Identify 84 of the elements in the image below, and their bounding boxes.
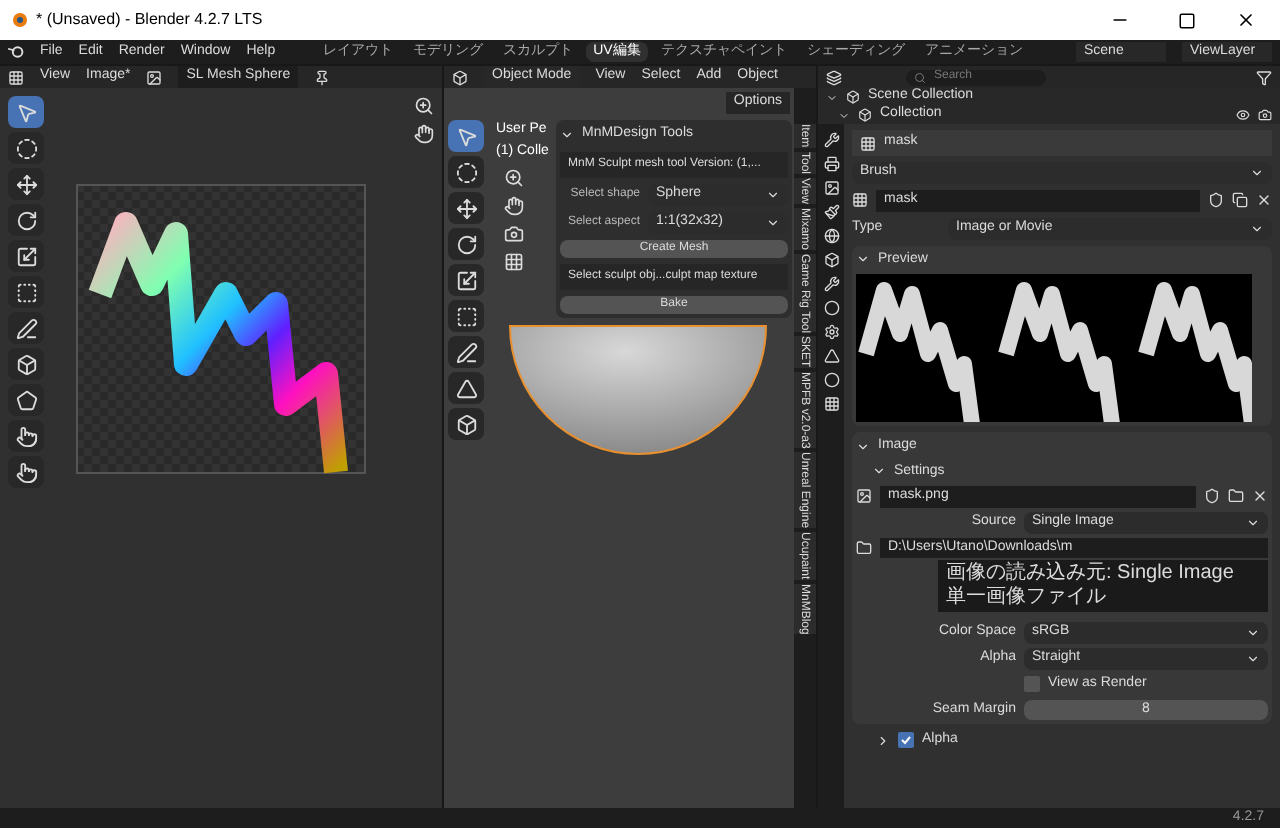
duplicate-icon[interactable] [1232, 192, 1248, 209]
close-icon[interactable] [1236, 10, 1256, 30]
zoom-icon[interactable] [414, 96, 434, 116]
annotate-tool[interactable] [8, 312, 44, 344]
checkbox[interactable] [1024, 676, 1040, 693]
rotate-tool[interactable] [448, 228, 484, 260]
tool-icon [15, 101, 37, 123]
maximize-icon[interactable] [1178, 11, 1196, 29]
unlink-icon[interactable] [1256, 192, 1272, 209]
image-icon[interactable] [146, 69, 163, 85]
pin-icon[interactable] [314, 69, 331, 85]
tool-icon [455, 161, 477, 183]
cursor-tool[interactable] [448, 156, 484, 188]
caret-icon [1246, 515, 1260, 529]
checkbox[interactable] [898, 732, 914, 749]
fake-user-icon[interactable] [1208, 192, 1224, 209]
cursor-tool[interactable] [8, 132, 44, 164]
transform-tool[interactable] [8, 276, 44, 308]
object-tab-icon[interactable] [823, 252, 839, 268]
tool-icon [15, 137, 37, 159]
world-tab-icon[interactable] [823, 228, 839, 244]
tool-icon [455, 197, 477, 219]
render-icon[interactable] [1258, 108, 1272, 122]
open-folder-icon[interactable] [1228, 488, 1244, 505]
texture-tab-icon[interactable] [823, 396, 839, 412]
render-tab-icon[interactable] [823, 156, 839, 172]
tool-icon [455, 233, 477, 255]
output-tab-icon[interactable] [823, 180, 839, 196]
caret-icon [1250, 166, 1264, 180]
texture-icon [860, 135, 876, 151]
tool-icon [455, 413, 477, 435]
fake-user-icon[interactable] [1204, 488, 1220, 505]
pan-icon[interactable] [504, 196, 524, 216]
scale-tool[interactable] [448, 264, 484, 296]
visibility-icon[interactable] [1236, 108, 1250, 122]
app-logo-icon [8, 10, 28, 30]
camera-icon[interactable] [504, 224, 524, 244]
editor-type-icon[interactable] [8, 69, 24, 85]
move-tool[interactable] [8, 168, 44, 200]
move-tool[interactable] [448, 192, 484, 224]
tool-icon [455, 269, 477, 291]
tooltip-text: 単一画像ファイル [946, 586, 1108, 610]
expand-icon[interactable] [838, 109, 850, 121]
blender-icon[interactable] [8, 44, 24, 60]
expand-icon[interactable] [876, 733, 890, 748]
expand-icon [872, 464, 886, 479]
tool-icon [15, 245, 37, 267]
collection-icon [846, 90, 860, 104]
rotate-tool[interactable] [8, 204, 44, 236]
tooltip-text: 画像の読み込み元: Single Image [946, 562, 1236, 586]
search-icon [914, 71, 926, 83]
annotate-tool[interactable] [448, 336, 484, 368]
unlink-icon[interactable] [1252, 488, 1268, 505]
caret-icon [1250, 221, 1264, 235]
tool-icon [15, 281, 37, 303]
file-browse-icon[interactable] [856, 539, 872, 556]
tool-tab-icon[interactable] [823, 132, 839, 148]
tool-icon [455, 305, 477, 327]
pan-icon[interactable] [414, 124, 434, 144]
editor-type-icon[interactable] [826, 69, 842, 85]
tool-icon [455, 341, 477, 363]
texture-icon[interactable] [852, 192, 868, 209]
expand-icon[interactable] [826, 91, 838, 103]
tool-icon [15, 425, 37, 447]
filter-icon[interactable] [1256, 69, 1272, 85]
tool-icon [15, 209, 37, 231]
select-box-tool[interactable] [448, 120, 484, 152]
editor-type-icon[interactable] [452, 69, 468, 85]
transform-tool[interactable] [448, 300, 484, 332]
tool-icon [15, 461, 37, 483]
add-cube-tool[interactable] [448, 408, 484, 440]
tool-icon [455, 125, 477, 147]
image-browse-icon[interactable] [856, 488, 872, 505]
zoom-icon[interactable] [504, 168, 524, 188]
collection-icon [858, 108, 872, 122]
grid-icon[interactable] [504, 252, 524, 272]
tool-icon [15, 353, 37, 375]
tool-icon [15, 317, 37, 339]
tool-icon [455, 377, 477, 399]
tool-icon [15, 389, 37, 411]
tool-icon [15, 173, 37, 195]
scale-tool[interactable] [8, 240, 44, 272]
select-box-tool[interactable] [8, 96, 44, 128]
window-title: * (Unsaved) - Blender 4.2.7 LTS [36, 8, 263, 32]
